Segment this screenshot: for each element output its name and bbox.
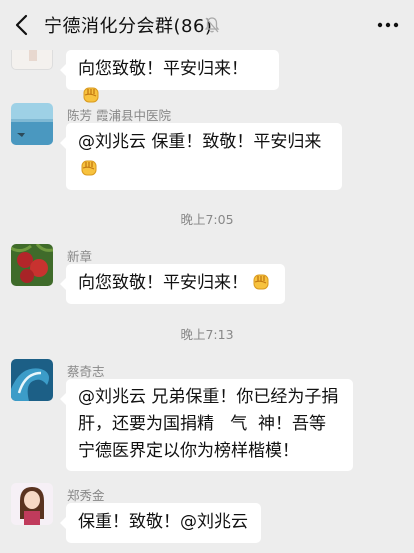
bell-off-icon — [204, 17, 220, 33]
timestamp: 晚上7:05 — [180, 212, 234, 227]
more-dots-icon[interactable] — [376, 16, 400, 34]
avatar[interactable] — [11, 359, 53, 401]
message-text-line: 宁德医界定以你为榜样楷模！ — [78, 441, 299, 461]
raised-fist-icon — [83, 87, 99, 103]
message-text-line: 肝，还要为国捐精 气 神！吾等 — [78, 414, 327, 434]
message-text: 向您致敬！平安归来！ — [78, 59, 248, 79]
message-bubble[interactable]: 向您致敬！平安归来！ — [60, 264, 285, 304]
message-text: 向您致敬！平安归来！ — [78, 273, 248, 293]
chevron-left-icon[interactable] — [12, 13, 34, 37]
sender-name: 陈芳 霞浦县中医院 — [67, 108, 171, 123]
avatar[interactable] — [11, 103, 53, 145]
sender-name: 新章 — [67, 249, 93, 264]
message-bubble[interactable]: @刘兆云 保重！致敬！平安归来 — [60, 123, 342, 190]
message-text: @刘兆云 保重！致敬！平安归来 — [78, 132, 322, 152]
raised-fist-icon — [81, 160, 97, 176]
message-text-line: @刘兆云 兄弟保重！你已经为子捐 — [78, 387, 339, 407]
avatar[interactable] — [11, 483, 53, 525]
message-text: 保重！致敬！@刘兆云 — [78, 512, 248, 532]
raised-fist-icon — [253, 274, 269, 290]
sender-name: 蔡奇志 — [67, 364, 105, 379]
timestamp: 晚上7:13 — [180, 327, 234, 342]
message-bubble[interactable]: @刘兆云 兄弟保重！你已经为子捐 肝，还要为国捐精 气 神！吾等 宁德医界定以你… — [60, 379, 353, 471]
chat-header: 宁德消化分会群(86) — [0, 0, 414, 50]
message-bubble[interactable]: 向您致敬！平安归来！ — [60, 50, 279, 103]
sender-name: 郑秀金 — [67, 488, 105, 503]
avatar[interactable] — [11, 244, 53, 286]
message-bubble[interactable]: 保重！致敬！@刘兆云 — [60, 503, 261, 543]
chat-title: 宁德消化分会群(86) — [44, 16, 213, 37]
